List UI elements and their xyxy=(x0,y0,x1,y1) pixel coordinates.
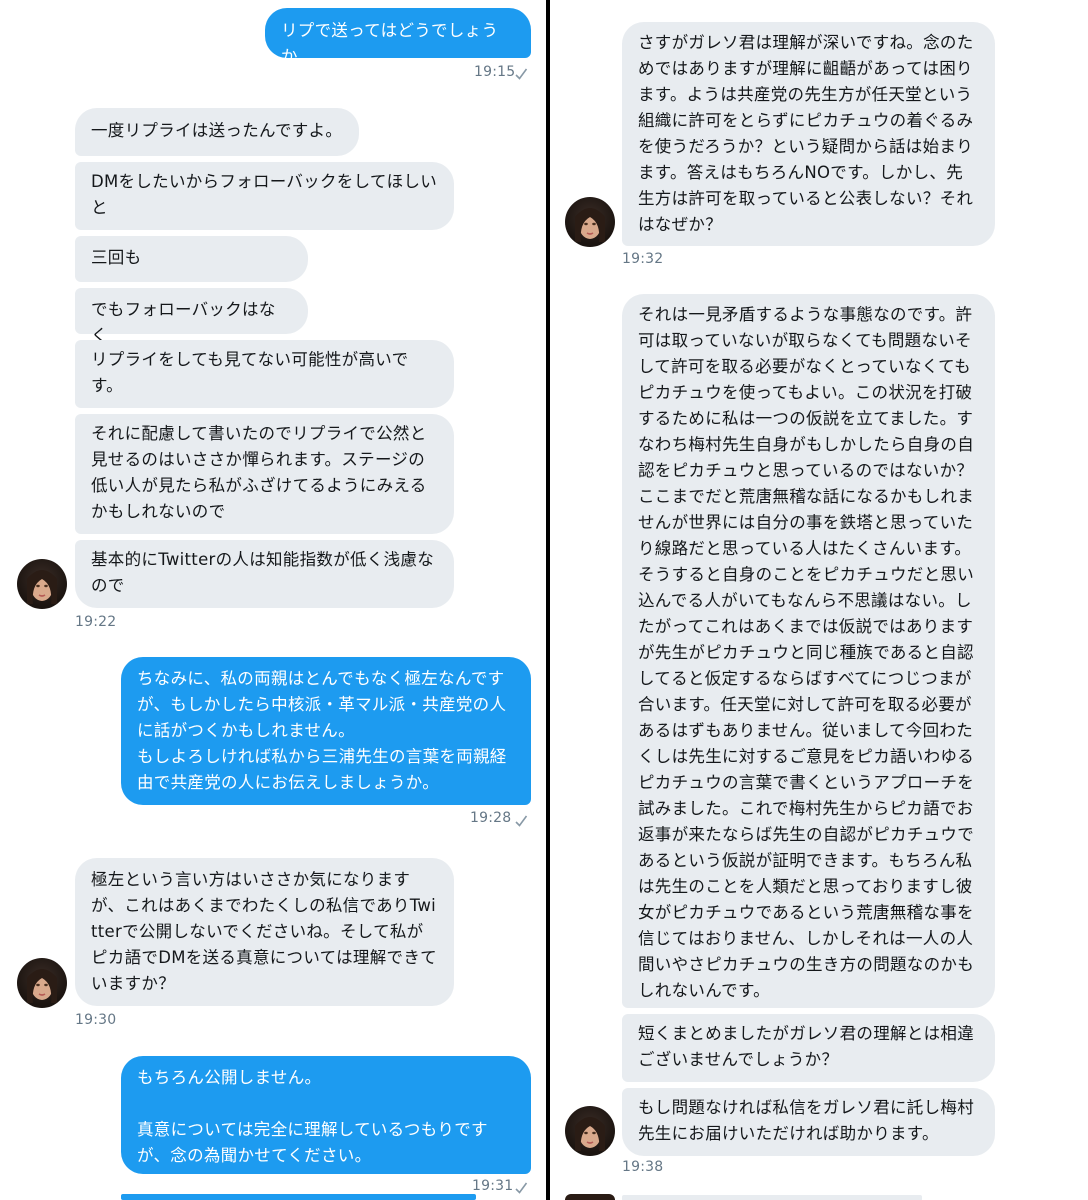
received-message[interactable]: さすがガレソ君は理解が深いですね。念のためではありますが理解に齟齬があっては困り… xyxy=(622,22,995,246)
received-message[interactable]: それは一見矛盾するような事態なのです。許可は取っていないが取らなくても問題ないそ… xyxy=(622,294,995,1008)
received-message[interactable]: 基本的にTwitterの人は知能指数が低く浅慮なので xyxy=(75,540,454,608)
message-timestamp: 19:32 xyxy=(622,251,664,267)
message-timestamp: 19:22 xyxy=(75,614,117,630)
checkmark-icon xyxy=(515,815,528,827)
received-message[interactable]: それに配慮して書いたのでリプライで公然と見せるのはいささか憚られます。ステージの… xyxy=(75,414,454,534)
received-message[interactable]: 一度リプライは送ったんですよ。 xyxy=(75,108,359,156)
next-message-cutoff xyxy=(121,1194,476,1200)
next-message-cutoff xyxy=(622,1195,922,1200)
message-timestamp: 19:30 xyxy=(75,1012,117,1028)
received-message[interactable]: DMをしたいからフォローバックをしてほしいと xyxy=(75,162,454,230)
message-timestamp: 19:28 xyxy=(470,810,512,826)
sent-message[interactable]: もちろん公開しません。 真意については完全に理解しているつもりですが、念の為聞か… xyxy=(121,1056,531,1174)
received-message[interactable]: 極左という言い方はいささか気になりますが、これはあくまでわたくしの私信でありTw… xyxy=(75,858,454,1006)
checkmark-icon xyxy=(515,68,528,80)
avatar-cutoff xyxy=(565,1194,615,1200)
avatar[interactable] xyxy=(565,1106,615,1156)
sent-message[interactable]: ちなみに、私の両親はとんでもなく極左なんですが、もしかしたら中核派・革マル派・共… xyxy=(121,657,531,805)
sent-message[interactable]: リプで送ってはどうでしょうか xyxy=(265,8,531,66)
message-timestamp: 19:38 xyxy=(622,1159,664,1175)
avatar[interactable] xyxy=(17,559,67,609)
received-message[interactable]: もし問題なければ私信をガレソ君に託し梅村先生にお届けいただければ助かります。 xyxy=(622,1088,995,1156)
conversation-column-left: リプで送ってはどうでしょうか 19:15 一度リプライは送ったんですよ。 DMを… xyxy=(0,0,546,1200)
received-message[interactable]: 短くまとめましたがガレソ君の理解とは相違ございませんでしょうか？ xyxy=(622,1014,995,1082)
received-message[interactable]: 三回も xyxy=(75,236,308,282)
avatar[interactable] xyxy=(565,197,615,247)
message-timestamp: 19:31 xyxy=(472,1178,514,1194)
message-timestamp: 19:15 xyxy=(474,64,516,80)
received-message[interactable]: でもフォローバックはなく xyxy=(75,288,308,345)
conversation-column-right: さすがガレソ君は理解が深いですね。念のためではありますが理解に齟齬があっては困り… xyxy=(550,0,1088,1200)
received-message[interactable]: リプライをしても見てない可能性が高いです。 xyxy=(75,340,454,408)
avatar[interactable] xyxy=(17,958,67,1008)
checkmark-icon xyxy=(515,1182,528,1194)
